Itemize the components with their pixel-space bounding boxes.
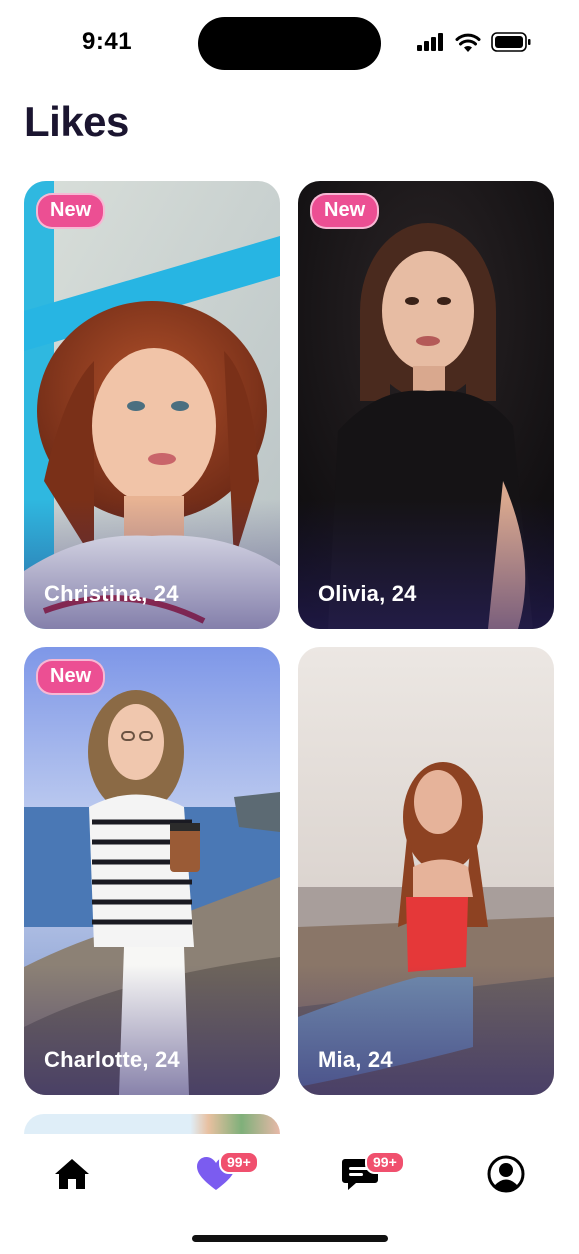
- profile-card-partial[interactable]: [24, 1114, 280, 1134]
- new-badge: New: [310, 193, 380, 229]
- status-icons: [417, 32, 531, 52]
- tab-profile[interactable]: [466, 1138, 546, 1210]
- tab-likes[interactable]: 99+: [176, 1138, 259, 1210]
- signal-icon: [417, 33, 443, 51]
- page-title: Likes: [24, 98, 129, 145]
- profile-icon: [487, 1155, 525, 1193]
- new-badge: New: [36, 659, 106, 695]
- profile-card-christina[interactable]: New Christina, 24: [24, 181, 280, 629]
- tab-chat[interactable]: 99+: [322, 1138, 405, 1210]
- wifi-icon: [455, 33, 481, 52]
- home-indicator: [192, 1235, 388, 1242]
- profile-card-olivia[interactable]: New Olivia, 24: [298, 181, 554, 629]
- card-name-label: Mia, 24: [318, 1047, 393, 1072]
- tab-home[interactable]: [32, 1138, 112, 1210]
- card-name-label: Charlotte, 24: [44, 1047, 180, 1072]
- profile-card-charlotte[interactable]: New Charlotte, 24: [24, 647, 280, 1095]
- notification-badge: 99+: [219, 1151, 259, 1174]
- dynamic-island: [198, 17, 381, 70]
- notification-badge: 99+: [365, 1151, 405, 1174]
- battery-icon: [491, 32, 531, 52]
- home-icon: [55, 1159, 89, 1189]
- tab-bar: 99+ 99+: [0, 1138, 579, 1218]
- status-time: 9:41: [82, 28, 133, 55]
- status-bar: 9:41: [0, 0, 579, 80]
- card-name-label: Olivia, 24: [318, 581, 417, 606]
- profile-card-mia[interactable]: Mia, 24: [298, 647, 554, 1095]
- new-badge: New: [36, 193, 106, 229]
- card-name-label: Christina, 24: [44, 581, 179, 606]
